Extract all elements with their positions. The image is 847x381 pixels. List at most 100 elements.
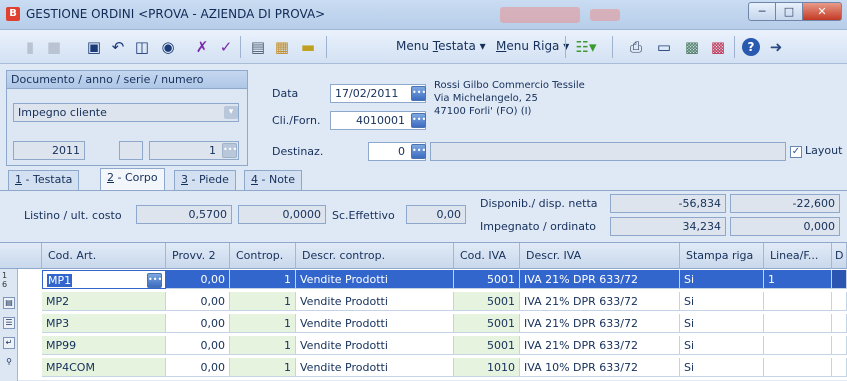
cell-linea[interactable]: [764, 336, 832, 355]
cell-controp[interactable]: 1: [230, 358, 296, 377]
minimize-button[interactable]: ─: [748, 2, 776, 21]
print-icon[interactable]: ⎙: [626, 37, 646, 57]
copy-document-icon[interactable]: ▦: [272, 37, 292, 57]
cell-stampa[interactable]: Si: [680, 336, 764, 355]
col-header-descr-controp[interactable]: Descr. controp.: [296, 243, 454, 269]
cell-codiva[interactable]: 5001: [454, 336, 520, 355]
exit-icon[interactable]: ➜: [766, 37, 786, 57]
cell-provv[interactable]: 0,00: [166, 270, 230, 289]
tab-corpo[interactable]: 2 - Corpo: [100, 168, 165, 190]
undo-icon[interactable]: ↶: [108, 37, 128, 57]
cell-linea[interactable]: [764, 292, 832, 311]
new-document-icon[interactable]: ▮: [20, 37, 40, 57]
ultcosto-value: 0,0000: [282, 208, 322, 221]
cell-d[interactable]: [832, 336, 847, 355]
memo-icon[interactable]: ▬: [298, 37, 318, 57]
close-button[interactable]: ✕: [802, 2, 842, 21]
cell-descr-iva[interactable]: IVA 21% DPR 633/72: [520, 270, 680, 289]
cell-controp[interactable]: 1: [230, 292, 296, 311]
cell-codiva[interactable]: 5001: [454, 314, 520, 333]
pdf-icon[interactable]: ▩: [708, 37, 728, 57]
maximize-button[interactable]: □: [775, 2, 803, 21]
cell-descr-iva[interactable]: IVA 10% DPR 633/72: [520, 358, 680, 377]
tab-testata[interactable]: 1 - Testata: [8, 170, 80, 190]
row-properties-icon[interactable]: ▤: [3, 297, 15, 309]
layout-checkbox[interactable]: ✓: [790, 146, 802, 158]
calendar-picker-icon[interactable]: •••: [411, 86, 426, 101]
cell-descr-iva[interactable]: IVA 21% DPR 633/72: [520, 292, 680, 311]
cell-codart[interactable]: MP1 •••: [42, 270, 166, 289]
col-header-codart[interactable]: Cod. Art.: [42, 243, 166, 269]
chevron-down-icon[interactable]: ▾: [224, 106, 238, 119]
cell-d[interactable]: [832, 358, 847, 377]
cell-codart[interactable]: MP99: [42, 336, 166, 355]
codart-picker-icon[interactable]: •••: [147, 273, 162, 288]
cell-codiva[interactable]: 5001: [454, 292, 520, 311]
document-page-icon[interactable]: ▤: [248, 37, 268, 57]
cell-stampa[interactable]: Si: [680, 270, 764, 289]
row-list-icon[interactable]: ☰: [3, 317, 15, 329]
grid-options-icon[interactable]: ☷▾: [572, 37, 600, 57]
monitor-preview-icon[interactable]: ▭: [654, 37, 674, 57]
col-header-d[interactable]: D: [832, 243, 847, 269]
cell-descr-controp[interactable]: Vendite Prodotti: [296, 314, 454, 333]
col-header-controp[interactable]: Controp.: [230, 243, 296, 269]
clear-filter-icon[interactable]: ✗: [192, 37, 212, 57]
cell-stampa[interactable]: Si: [680, 358, 764, 377]
export-icon[interactable]: ▩: [682, 37, 702, 57]
cell-descr-controp[interactable]: Vendite Prodotti: [296, 336, 454, 355]
cell-d[interactable]: [832, 314, 847, 333]
col-header-descr-iva[interactable]: Descr. IVA: [520, 243, 680, 269]
cell-codart[interactable]: MP4COM: [42, 358, 166, 377]
cell-codart-editor[interactable]: MP1: [47, 274, 73, 287]
save-icon[interactable]: ▣: [84, 37, 104, 57]
cell-d[interactable]: [832, 270, 847, 289]
menu-riga[interactable]: Menu Riga ▾: [496, 39, 569, 53]
cell-codart[interactable]: MP2: [42, 292, 166, 311]
cell-d[interactable]: [832, 292, 847, 311]
col-header-stampa[interactable]: Stampa riga: [680, 243, 764, 269]
cell-linea[interactable]: [764, 358, 832, 377]
destinaz-picker-icon[interactable]: •••: [411, 144, 426, 159]
cell-provv[interactable]: 0,00: [166, 292, 230, 311]
row-insert-icon[interactable]: ↵: [3, 337, 15, 349]
search-binoculars-icon[interactable]: ◉: [158, 37, 178, 57]
cell-codart[interactable]: MP3: [42, 314, 166, 333]
open-document-icon[interactable]: ■: [44, 37, 64, 57]
delete-icon[interactable]: ◫: [132, 37, 152, 57]
col-header-provv[interactable]: Provv. 2: [166, 243, 230, 269]
tab-piede[interactable]: 3 - Piede: [174, 170, 236, 190]
cell-controp[interactable]: 1: [230, 314, 296, 333]
data-value: 17/02/2011: [335, 87, 399, 100]
numero-picker-icon[interactable]: •••: [222, 143, 237, 158]
cliforn-picker-icon[interactable]: •••: [411, 113, 426, 128]
cell-codiva[interactable]: 1010: [454, 358, 520, 377]
toolbar-separator: [326, 36, 327, 58]
help-icon[interactable]: ?: [742, 38, 760, 56]
row-search-icon[interactable]: ⚲: [3, 357, 15, 369]
cell-provv[interactable]: 0,00: [166, 336, 230, 355]
cell-linea[interactable]: 1: [764, 270, 832, 289]
cell-provv[interactable]: 0,00: [166, 358, 230, 377]
apply-filter-icon[interactable]: ✓: [216, 37, 236, 57]
cell-descr-controp[interactable]: Vendite Prodotti: [296, 292, 454, 311]
cell-controp[interactable]: 1: [230, 270, 296, 289]
documento-tipo-select[interactable]: Impegno cliente: [13, 103, 239, 122]
cell-provv[interactable]: 0,00: [166, 314, 230, 333]
cell-codiva[interactable]: 5001: [454, 270, 520, 289]
cell-descr-controp[interactable]: Vendite Prodotti: [296, 270, 454, 289]
cell-stampa[interactable]: Si: [680, 292, 764, 311]
cell-descr-iva[interactable]: IVA 21% DPR 633/72: [520, 314, 680, 333]
serie-field[interactable]: [119, 141, 143, 160]
cell-controp[interactable]: 1: [230, 336, 296, 355]
cell-linea[interactable]: [764, 314, 832, 333]
col-header-linea[interactable]: Linea/F...: [764, 243, 832, 269]
cell-stampa[interactable]: Si: [680, 314, 764, 333]
cell-descr-controp[interactable]: Vendite Prodotti: [296, 358, 454, 377]
cell-descr-iva[interactable]: IVA 21% DPR 633/72: [520, 336, 680, 355]
menu-testata[interactable]: Menu Testata ▾: [396, 39, 486, 53]
tab-note[interactable]: 4 - Note: [244, 170, 303, 190]
col-header-codiva[interactable]: Cod. IVA: [454, 243, 520, 269]
numero-value: 1: [209, 144, 216, 157]
anno-field[interactable]: 2011: [13, 141, 85, 160]
